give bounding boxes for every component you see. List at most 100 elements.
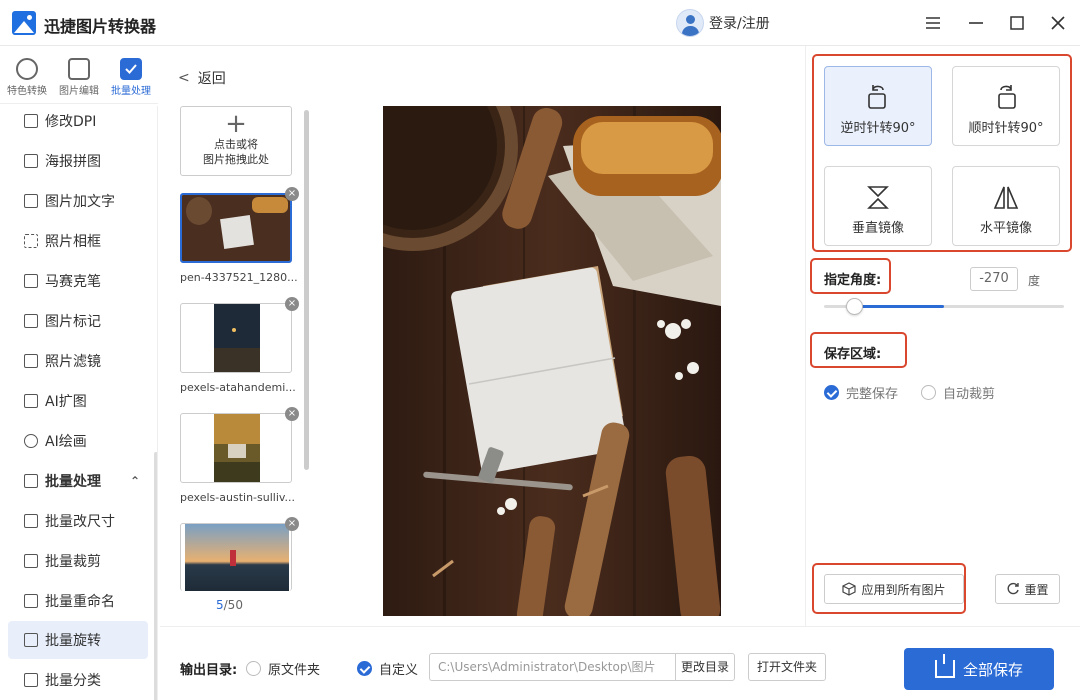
sidebar-item-batch-crop[interactable]: 批量裁剪 bbox=[8, 542, 148, 580]
angle-label: 指定角度: bbox=[824, 273, 882, 288]
sidebar-item-add-text[interactable]: 图片加文字 bbox=[8, 182, 148, 220]
output-custom-radio[interactable] bbox=[357, 661, 372, 676]
sidebar-item-ai-paint[interactable]: AI绘画 bbox=[8, 422, 148, 460]
resize-icon bbox=[24, 514, 38, 528]
reset-label: 重置 bbox=[1024, 582, 1049, 597]
sidebar-item-label: 图片加文字 bbox=[45, 194, 115, 210]
remove-thumbnail-4-icon[interactable]: × bbox=[285, 517, 299, 531]
area-full-option[interactable]: 完整保存 bbox=[824, 383, 898, 402]
output-original-radio[interactable] bbox=[246, 661, 261, 676]
output-custom-option[interactable]: 自定义 bbox=[357, 659, 418, 678]
close-icon[interactable] bbox=[1047, 12, 1069, 34]
rotate-cw-label: 顺时针转90° bbox=[968, 121, 1044, 136]
plus-icon: + bbox=[225, 109, 247, 139]
vertical-flip-button[interactable]: 垂直镜像 bbox=[824, 166, 932, 246]
rotate-ccw-label: 逆时针转90° bbox=[840, 121, 916, 136]
output-path-input[interactable]: C:\Users\Administrator\Desktop\图片 bbox=[429, 653, 675, 681]
login-label: 登录/注册 bbox=[709, 16, 770, 32]
app-logo-icon bbox=[12, 11, 36, 35]
angle-slider-handle[interactable] bbox=[846, 298, 863, 315]
save-area-label: 保存区域: bbox=[824, 347, 882, 362]
mark-icon bbox=[24, 314, 38, 328]
batch-icon bbox=[24, 474, 38, 488]
preview-photo bbox=[383, 106, 721, 616]
thumbnail-1[interactable] bbox=[180, 193, 292, 263]
apply-all-button[interactable]: 应用到所有图片 bbox=[824, 574, 964, 604]
sidebar-item-filter[interactable]: 照片滤镜 bbox=[8, 342, 148, 380]
add-image-dropzone[interactable]: + 点击或将 图片拖拽此处 bbox=[180, 106, 292, 176]
thumbnail-2[interactable] bbox=[180, 303, 292, 373]
sidebar-item-dpi[interactable]: 修改DPI bbox=[8, 106, 148, 140]
open-folder-button[interactable]: 打开文件夹 bbox=[748, 653, 826, 681]
reset-button[interactable]: 重置 bbox=[995, 574, 1060, 604]
sidebar-item-frame[interactable]: 照片相框 bbox=[8, 222, 148, 260]
sidebar-item-batch-rotate[interactable]: 批量旋转 bbox=[8, 621, 148, 659]
sidebar-item-label: 马赛克笔 bbox=[45, 274, 101, 290]
area-full-radio[interactable] bbox=[824, 385, 839, 400]
horizontal-flip-label: 水平镜像 bbox=[979, 221, 1032, 236]
chevron-up-icon: ⌃ bbox=[129, 474, 140, 488]
vertical-flip-icon bbox=[865, 183, 891, 211]
angle-input[interactable]: -270 bbox=[970, 267, 1018, 291]
sidebar-item-label: AI扩图 bbox=[45, 394, 87, 410]
area-crop-option[interactable]: 自动裁剪 bbox=[921, 383, 995, 402]
remove-thumbnail-3-icon[interactable]: × bbox=[285, 407, 299, 421]
output-dir-label: 输出目录: bbox=[180, 663, 238, 678]
thumbnail-scrollbar[interactable] bbox=[304, 110, 309, 470]
angle-slider[interactable] bbox=[824, 298, 1064, 315]
area-crop-radio[interactable] bbox=[921, 385, 936, 400]
remove-thumbnail-1-icon[interactable]: × bbox=[285, 187, 299, 201]
mosaic-icon bbox=[24, 274, 38, 288]
sidebar-group-batch[interactable]: 批量处理 ⌃ bbox=[8, 462, 148, 500]
rotate-ccw-button[interactable]: 逆时针转90° bbox=[824, 66, 932, 146]
tab-label: 批量处理 bbox=[111, 86, 151, 97]
tab-image-edit[interactable]: 图片编辑 bbox=[54, 50, 104, 100]
maximize-icon[interactable] bbox=[1006, 12, 1028, 34]
output-original-option[interactable]: 原文件夹 bbox=[246, 659, 320, 678]
thumbnail-image bbox=[185, 524, 289, 591]
sidebar-item-label: 批量改尺寸 bbox=[45, 514, 115, 530]
filter-icon bbox=[24, 354, 38, 368]
tab-feature-convert[interactable]: 特色转换 bbox=[2, 50, 52, 100]
app-window: 迅捷图片转换器 登录/注册 特色转换 图片编辑 批量处理 修改DPI 海报拼图 … bbox=[0, 0, 1080, 700]
thumbnail-3[interactable] bbox=[180, 413, 292, 483]
convert-icon bbox=[16, 58, 38, 80]
remove-thumbnail-2-icon[interactable]: × bbox=[285, 297, 299, 311]
horizontal-flip-button[interactable]: 水平镜像 bbox=[952, 166, 1060, 246]
sidebar-item-batch-resize[interactable]: 批量改尺寸 bbox=[8, 502, 148, 540]
sidebar-item-ai-expand[interactable]: AI扩图 bbox=[8, 382, 148, 420]
minimize-icon[interactable] bbox=[965, 12, 987, 34]
change-dir-button[interactable]: 更改目录 bbox=[675, 653, 735, 681]
sidebar-item-label: 图片标记 bbox=[45, 314, 101, 330]
menu-icon[interactable] bbox=[922, 12, 944, 34]
refresh-icon bbox=[1008, 582, 1020, 595]
sidebar-item-batch-classify[interactable]: 批量分类 bbox=[8, 661, 148, 699]
cube-icon bbox=[842, 582, 857, 596]
rotate-left-icon bbox=[865, 83, 891, 111]
chevron-left-icon: < bbox=[178, 70, 190, 86]
thumbnail-image bbox=[214, 414, 260, 482]
thumbnail-1-filename: pen-4337521_1280... bbox=[180, 271, 298, 284]
dropzone-text-1: 点击或将 bbox=[214, 138, 258, 151]
thumbnail-4[interactable] bbox=[180, 523, 292, 591]
sidebar-item-poster[interactable]: 海报拼图 bbox=[8, 142, 148, 180]
sidebar-item-mark[interactable]: 图片标记 bbox=[8, 302, 148, 340]
sidebar-item-mosaic[interactable]: 马赛克笔 bbox=[8, 262, 148, 300]
apply-all-label: 应用到所有图片 bbox=[861, 582, 946, 597]
sidebar-item-label: 批量重命名 bbox=[45, 594, 115, 610]
sidebar-item-batch-rename[interactable]: 批量重命名 bbox=[8, 582, 148, 620]
angle-unit: 度 bbox=[1028, 274, 1041, 288]
dpi-icon bbox=[24, 114, 38, 128]
sidebar-item-label: 批量裁剪 bbox=[45, 554, 101, 570]
ai-expand-icon bbox=[24, 394, 38, 408]
area-full-label: 完整保存 bbox=[846, 387, 899, 402]
rotate-cw-button[interactable]: 顺时针转90° bbox=[952, 66, 1060, 146]
sidebar-item-label: 修改DPI bbox=[45, 114, 97, 130]
sidebar-item-label: 批量旋转 bbox=[45, 633, 101, 649]
save-all-button[interactable]: 全部保存 bbox=[904, 648, 1054, 690]
back-button[interactable]: < 返回 bbox=[178, 68, 226, 88]
sidebar-scrollbar[interactable] bbox=[154, 452, 157, 700]
tab-batch-process[interactable]: 批量处理 bbox=[106, 50, 156, 100]
login-button[interactable]: 登录/注册 bbox=[676, 9, 770, 37]
area-crop-label: 自动裁剪 bbox=[943, 387, 996, 402]
